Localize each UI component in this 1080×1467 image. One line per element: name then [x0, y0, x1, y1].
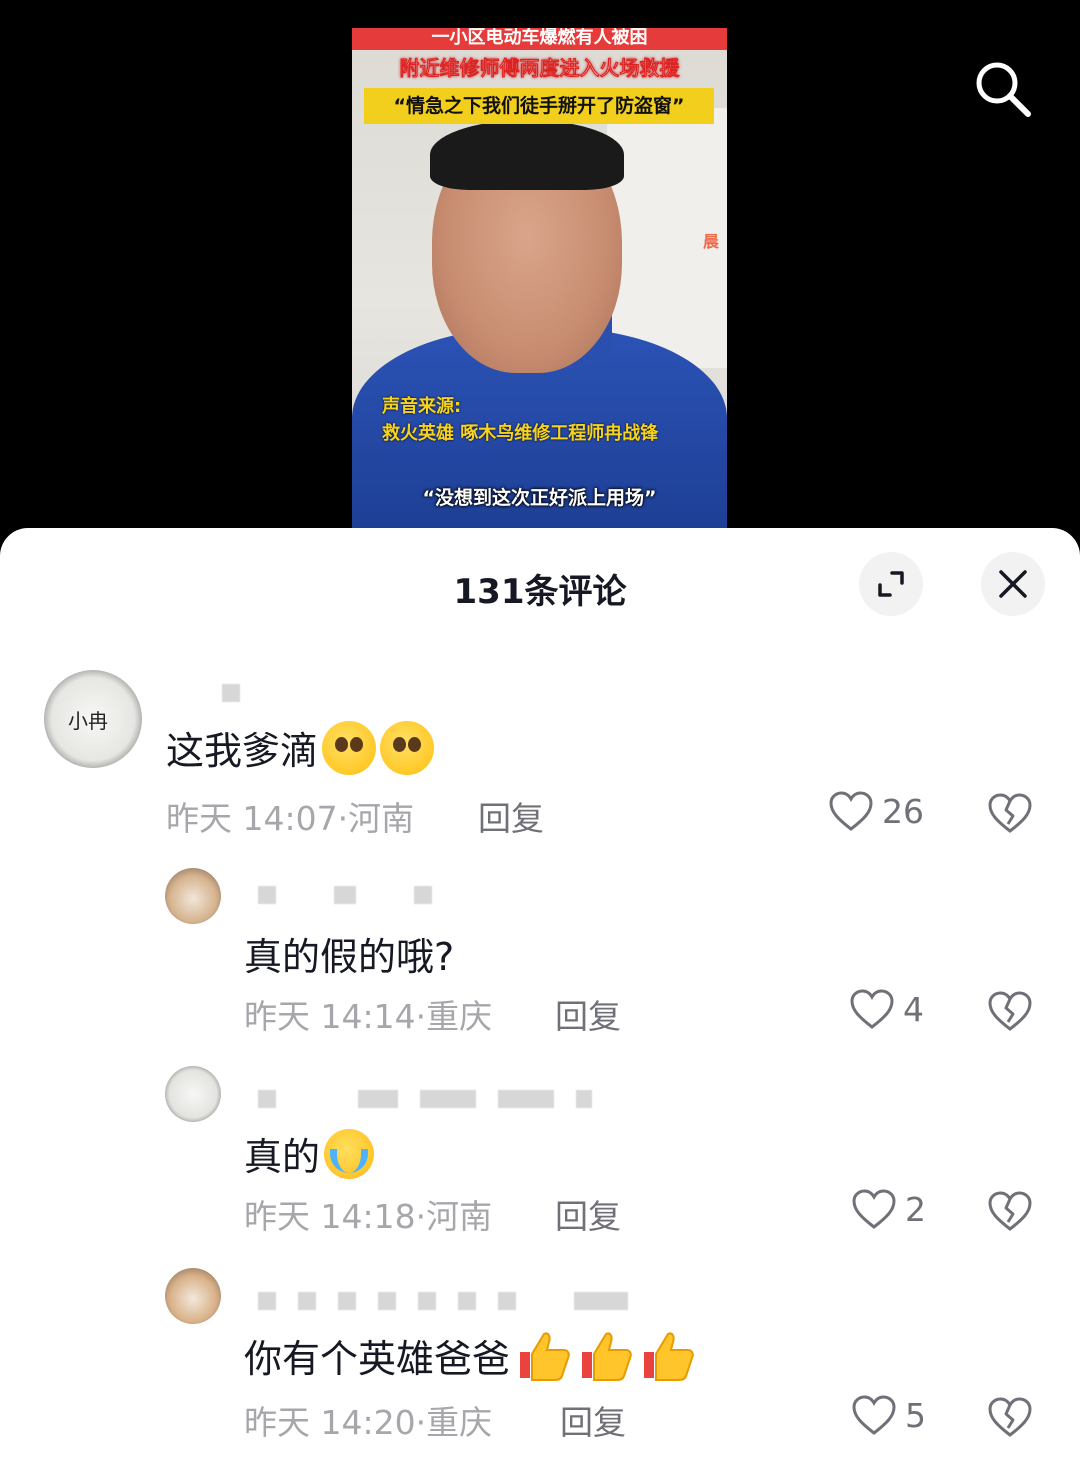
loudly-crying-face-icon [324, 1128, 375, 1179]
pleading-face-icon [380, 720, 435, 775]
expand-icon [878, 571, 904, 597]
dislike-button[interactable] [987, 1190, 1033, 1236]
comment-meta: 昨天 14:07·河南 [166, 792, 414, 840]
thumbs-up-icon [514, 1330, 572, 1382]
comment-time: 昨天 14:14 [244, 997, 416, 1036]
comment-text-content: 真的 [244, 1135, 321, 1179]
reply-button[interactable]: 回复 [560, 1396, 626, 1444]
comment-text: 真的 [244, 1126, 375, 1181]
username-blurred[interactable] [222, 684, 240, 702]
caption-quote: “没想到这次正好派上用场” [422, 487, 657, 509]
caption-name: 救火英雄 啄木鸟维修工程师冉战锋 [382, 423, 659, 444]
search-icon[interactable] [972, 58, 1034, 120]
like-count: 2 [905, 1189, 926, 1229]
caption-source: 声音来源: 救火英雄 啄木鸟维修工程师冉战锋 [382, 393, 658, 447]
username-blurred[interactable] [258, 1090, 592, 1108]
watermark: 晨 [700, 233, 719, 249]
reply-button[interactable]: 回复 [478, 792, 544, 840]
like-button[interactable]: 2 [851, 1188, 926, 1230]
headline-3: “情急之下我们徒手掰开了防盗窗” [364, 88, 714, 124]
comment-meta: 昨天 14:18·河南 [244, 1190, 492, 1238]
thumbs-up-icon [576, 1330, 634, 1382]
comment-text-content: 真的假的哦? [244, 935, 455, 979]
close-icon [999, 570, 1027, 598]
comment-location: 河南 [426, 1197, 493, 1236]
video-player[interactable]: 一小区电动车爆燃有人被困 附近维修师傅两度进入火场救援 “情急之下我们徒手掰开了… [0, 0, 1080, 540]
reply-button[interactable]: 回复 [555, 990, 621, 1038]
broken-heart-icon [988, 1397, 1032, 1437]
comment-time: 昨天 14:07 [166, 799, 338, 838]
avatar[interactable] [165, 1268, 221, 1324]
expand-button[interactable] [859, 552, 923, 616]
comment-text: 这我爹滴 [166, 720, 435, 775]
thumbs-up-icon [638, 1330, 696, 1382]
dislike-button[interactable] [987, 990, 1033, 1036]
broken-heart-icon [988, 1191, 1032, 1231]
heart-icon [852, 1395, 896, 1435]
like-count: 26 [882, 791, 924, 831]
avatar[interactable] [165, 1066, 221, 1122]
username-blurred[interactable] [258, 886, 432, 904]
reply-button[interactable]: 回复 [555, 1190, 621, 1238]
comment-meta: 昨天 14:14·重庆 [244, 990, 492, 1038]
comment-location: 重庆 [426, 997, 493, 1036]
like-button[interactable]: 4 [849, 988, 924, 1030]
broken-heart-icon [988, 991, 1032, 1031]
comment-text: 真的假的哦? [244, 926, 454, 981]
headline-2: 附近维修师傅两度进入火场救援 [399, 56, 680, 81]
caption-label: 声音来源: [382, 396, 462, 417]
like-count: 5 [905, 1395, 926, 1435]
heart-icon [829, 791, 873, 831]
meta-separator: · [337, 799, 349, 838]
meta-separator: · [415, 997, 427, 1036]
like-count: 4 [903, 989, 924, 1029]
meta-separator: · [415, 1197, 427, 1236]
comment-time: 昨天 14:20 [244, 1403, 416, 1442]
comment-text-content: 你有个英雄爸爸 [244, 1337, 511, 1381]
person-hair [430, 120, 624, 190]
heart-icon [852, 1189, 896, 1229]
like-button[interactable]: 5 [851, 1394, 926, 1436]
headline-1: 一小区电动车爆燃有人被困 [352, 28, 727, 50]
dislike-button[interactable] [987, 792, 1033, 838]
comment-location: 河南 [348, 799, 415, 838]
heart-icon [850, 989, 894, 1029]
dislike-button[interactable] [987, 1396, 1033, 1442]
avatar[interactable] [165, 868, 221, 924]
comment-text-content: 这我爹滴 [166, 729, 319, 773]
comment-location: 重庆 [426, 1403, 493, 1442]
like-button[interactable]: 26 [828, 790, 924, 832]
comment-meta: 昨天 14:20·重庆 [244, 1396, 492, 1444]
pleading-face-icon [322, 720, 377, 775]
broken-heart-icon [988, 793, 1032, 833]
avatar[interactable]: 小冉 [44, 670, 142, 768]
svg-text:小冉: 小冉 [68, 709, 108, 733]
comment-time: 昨天 14:18 [244, 1197, 416, 1236]
close-button[interactable] [981, 552, 1045, 616]
meta-separator: · [415, 1403, 427, 1442]
comment-text: 你有个英雄爸爸 [244, 1328, 696, 1383]
video-frame[interactable]: 一小区电动车爆燃有人被困 附近维修师傅两度进入火场救援 “情急之下我们徒手掰开了… [352, 28, 727, 528]
comment-sheet: 131条评论 小冉 这我爹滴 昨天 14:07·河南 回复 26 真的假的哦? … [0, 528, 1080, 1467]
username-blurred[interactable] [258, 1292, 628, 1310]
